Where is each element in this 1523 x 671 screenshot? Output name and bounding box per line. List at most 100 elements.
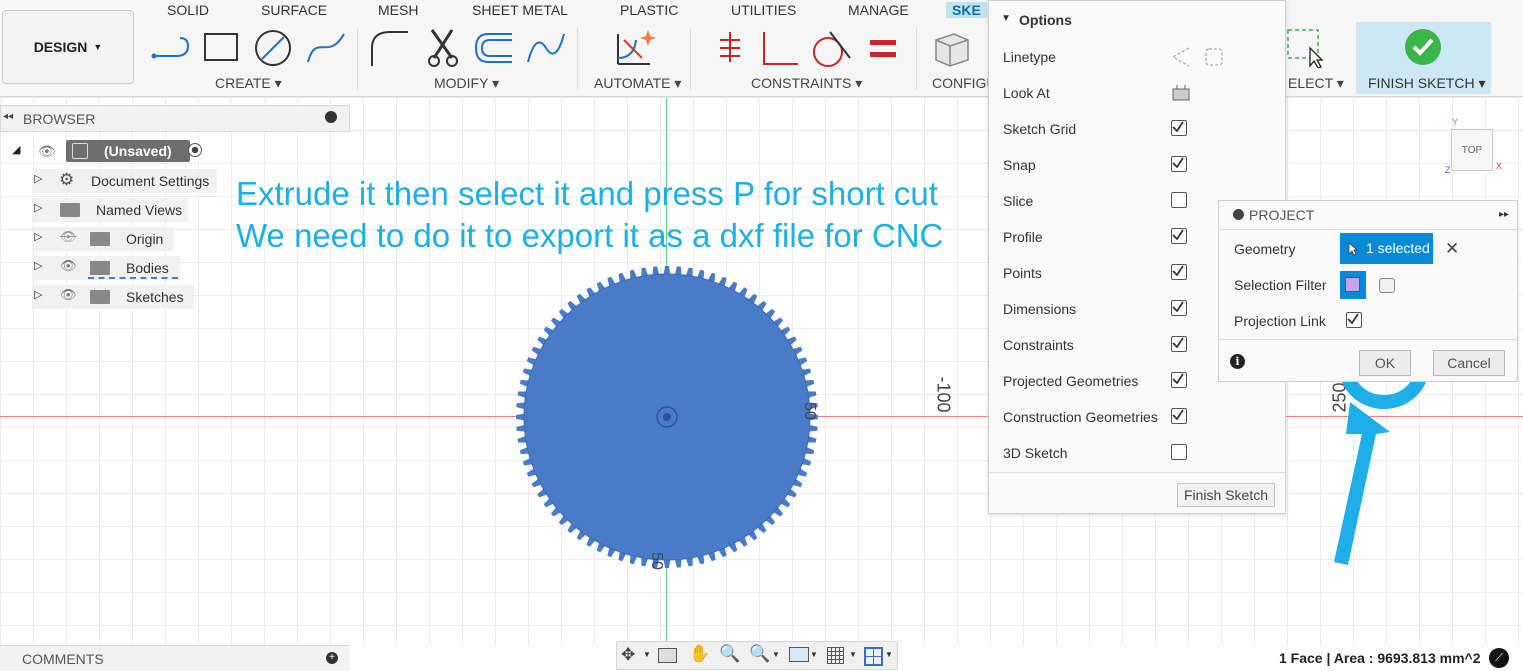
browser-header[interactable]: ◂◂ BROWSER — [0, 105, 350, 132]
browser-item-document-settings[interactable]: ▷ ⚙ Document Settings — [32, 169, 217, 193]
options-header[interactable]: ▼ Options — [989, 1, 1285, 39]
browser-item-origin[interactable]: ▷ 👁 Origin — [32, 227, 174, 251]
hide-show-icon[interactable]: ⟋ — [1489, 648, 1509, 668]
expand-arrow-icon[interactable]: ▷ — [34, 230, 42, 243]
profile-checkbox[interactable] — [1171, 228, 1187, 244]
eye-icon[interactable]: 👁 — [60, 287, 77, 303]
viewports-icon[interactable] — [864, 647, 883, 666]
browser-item-sketches[interactable]: ▷ 👁 Sketches — [32, 285, 194, 309]
project-header[interactable]: PROJECT ▸▸ — [1219, 201, 1517, 229]
dropdown-caret-icon[interactable]: ▼ — [849, 650, 857, 659]
expand-arrow-icon[interactable]: ▷ — [34, 288, 42, 301]
clear-selection-icon[interactable]: ✕ — [1445, 239, 1459, 259]
linetype-construction-icon[interactable] — [1169, 46, 1193, 68]
configure-cube-icon[interactable] — [930, 28, 974, 68]
select-window-icon[interactable] — [1282, 28, 1326, 68]
eye-hidden-icon[interactable]: 👁 — [60, 229, 77, 245]
circle-tool-icon[interactable] — [252, 28, 296, 68]
constraints-menu[interactable]: CONSTRAINTS ▾ — [751, 75, 862, 92]
fit-zoom-icon[interactable]: 🔍 — [749, 644, 770, 664]
minimize-icon[interactable] — [325, 111, 337, 123]
slice-checkbox[interactable] — [1171, 192, 1187, 208]
tab-manage[interactable]: MANAGE — [848, 2, 909, 18]
finish-sketch-button[interactable]: FINISH SKETCH ▾ — [1356, 22, 1491, 94]
orbit-icon[interactable]: ✥ — [621, 645, 635, 665]
points-checkbox[interactable] — [1171, 264, 1187, 280]
look-at-nav-icon[interactable] — [658, 648, 677, 663]
linetype-centerline-icon[interactable] — [1203, 46, 1227, 68]
offset-tool-icon[interactable] — [472, 28, 516, 68]
viewcube[interactable]: TOP Y X Z — [1440, 117, 1510, 187]
tab-surface[interactable]: SURFACE — [261, 2, 327, 18]
modify-menu[interactable]: MODIFY ▾ — [434, 75, 499, 92]
info-icon[interactable]: i — [1230, 354, 1245, 369]
ok-button[interactable]: OK — [1359, 350, 1411, 376]
automate-dimension-icon[interactable] — [612, 28, 660, 68]
comments-bar[interactable]: COMMENTS + — [0, 645, 350, 671]
tab-sheet-metal[interactable]: SHEET METAL — [472, 2, 568, 18]
eye-icon[interactable]: 👁 — [38, 143, 56, 160]
tab-mesh[interactable]: MESH — [378, 2, 418, 18]
expand-triangle-icon[interactable]: ◢ — [12, 143, 20, 156]
collapse-triangle-icon[interactable]: ▼ — [1001, 13, 1011, 24]
expand-arrow-icon[interactable]: ▷ — [34, 259, 42, 272]
construction-geometries-checkbox[interactable] — [1171, 408, 1187, 424]
dropdown-caret-icon[interactable]: ▼ — [643, 650, 651, 659]
snap-checkbox[interactable] — [1171, 156, 1187, 172]
expand-right-icon[interactable]: ▸▸ — [1499, 209, 1509, 220]
tab-sketch[interactable]: SKE — [946, 2, 987, 18]
browser-root[interactable]: ◢ 👁 (Unsaved) — [8, 140, 214, 164]
projected-geometries-checkbox[interactable] — [1171, 372, 1187, 388]
eye-icon[interactable]: 👁 — [60, 258, 77, 274]
tab-solid[interactable]: SOLID — [167, 2, 209, 18]
geometry-value: 1 selected — [1366, 240, 1430, 256]
projection-link-checkbox[interactable] — [1346, 312, 1362, 328]
dropdown-caret-icon[interactable]: ▼ — [810, 650, 818, 659]
display-settings-icon[interactable] — [789, 647, 809, 662]
equal-constraint-icon[interactable] — [866, 28, 902, 68]
geometry-selection-button[interactable]: 1 selected — [1340, 233, 1433, 264]
spline-tool-icon[interactable] — [304, 28, 348, 68]
line-tool-icon[interactable] — [150, 28, 194, 68]
tab-utilities[interactable]: UTILITIES — [731, 2, 796, 18]
dimensions-checkbox[interactable] — [1171, 300, 1187, 316]
filter-specified-entities-button[interactable] — [1340, 271, 1366, 299]
viewcube-top-face[interactable]: TOP — [1451, 129, 1493, 171]
conic-curve-icon[interactable] — [524, 28, 568, 68]
tab-plastic[interactable]: PLASTIC — [620, 2, 678, 18]
expand-arrow-icon[interactable]: ▷ — [34, 172, 42, 185]
gear-profile[interactable] — [515, 265, 819, 569]
activate-radio-icon[interactable] — [188, 143, 202, 157]
minimize-icon[interactable] — [1233, 209, 1244, 220]
perpendicular-constraint-icon[interactable] — [758, 28, 802, 68]
dropdown-caret-icon[interactable]: ▼ — [772, 650, 780, 659]
configure-menu[interactable]: CONFIGU — [932, 75, 997, 91]
filter-bodies-button[interactable] — [1376, 275, 1396, 295]
finish-sketch-panel-button[interactable]: Finish Sketch — [1177, 483, 1275, 507]
expand-arrow-icon[interactable]: ▷ — [34, 201, 42, 214]
automate-menu[interactable]: AUTOMATE ▾ — [594, 75, 681, 92]
3d-sketch-checkbox[interactable] — [1171, 444, 1187, 460]
constraints-checkbox[interactable] — [1171, 336, 1187, 352]
collapse-left-icon[interactable]: ◂◂ — [3, 111, 13, 122]
select-menu[interactable]: ELECT ▾ — [1288, 75, 1344, 92]
separator — [577, 28, 578, 90]
dropdown-caret-icon[interactable]: ▼ — [885, 650, 893, 659]
pan-hand-icon[interactable]: ✋ — [689, 644, 710, 664]
grid-settings-icon[interactable] — [827, 647, 844, 664]
create-menu[interactable]: CREATE ▾ — [215, 75, 282, 92]
cancel-button[interactable]: Cancel — [1433, 350, 1505, 376]
trim-scissors-icon[interactable] — [422, 28, 466, 68]
add-comment-icon[interactable]: + — [326, 652, 338, 664]
browser-item-named-views[interactable]: ▷ Named Views — [32, 198, 188, 222]
fillet-tool-icon[interactable] — [368, 28, 412, 68]
zoom-icon[interactable]: 🔍 — [719, 644, 740, 664]
component-label[interactable]: (Unsaved) — [66, 140, 190, 162]
look-at-icon[interactable] — [1171, 83, 1191, 103]
fix-constraint-icon[interactable] — [712, 28, 748, 68]
rectangle-tool-icon[interactable] — [200, 28, 244, 68]
browser-item-bodies[interactable]: ▷ 👁 Bodies — [32, 256, 180, 280]
sketch-grid-checkbox[interactable] — [1171, 120, 1187, 136]
design-workspace-button[interactable]: DESIGN ▼ — [2, 10, 134, 84]
tangent-constraint-icon[interactable] — [808, 28, 852, 68]
